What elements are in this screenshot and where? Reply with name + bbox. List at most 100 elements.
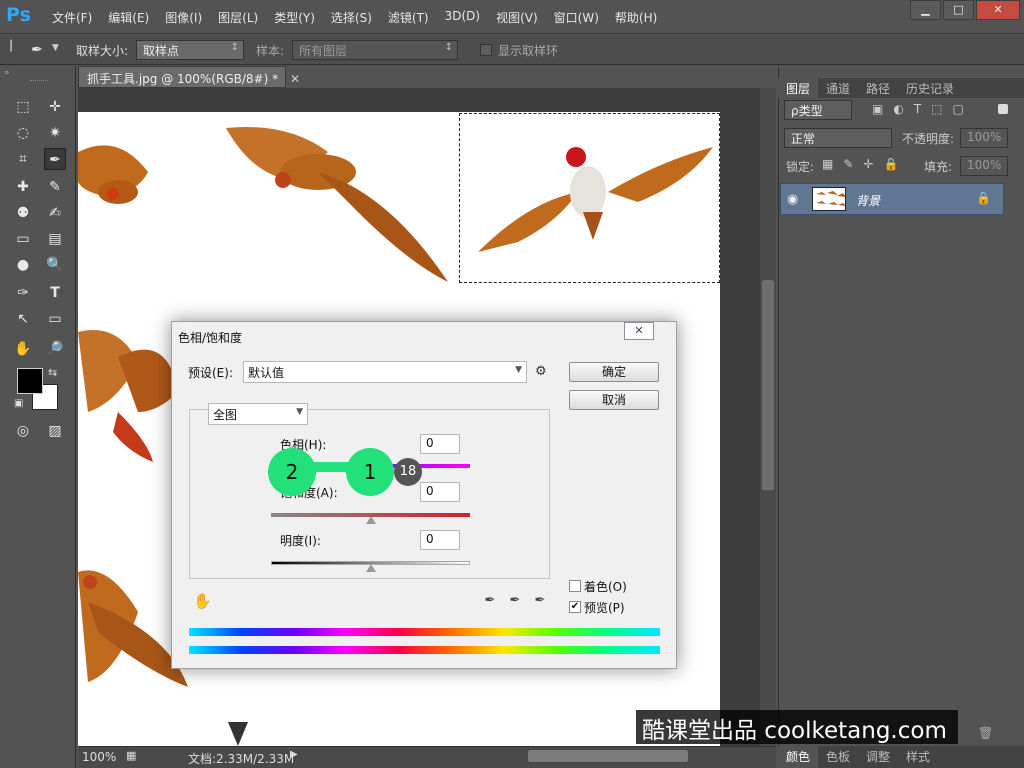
zoom-icon[interactable]: 🔎 (44, 338, 66, 360)
adjustment-filter-icon[interactable]: ◐ (893, 102, 903, 116)
saturation-field[interactable]: 0 (420, 482, 460, 502)
menu-file[interactable]: 文件(F) (44, 9, 100, 26)
lock-position-icon[interactable]: ✛ (863, 157, 873, 171)
preset-select[interactable]: 默认值 ▼ (243, 361, 527, 383)
menu-filter[interactable]: 滤镜(T) (380, 9, 437, 26)
eyedropper-plus-icon[interactable]: ✒ (506, 592, 524, 610)
eyedropper-icon[interactable]: ✒ (44, 148, 66, 170)
crop-icon[interactable]: ⌗ (12, 148, 34, 170)
close-window-button[interactable]: ✕ (976, 0, 1020, 20)
menu-image[interactable]: 图像(I) (157, 9, 210, 26)
quick-mask-icon[interactable]: ◎ (12, 420, 34, 442)
eyedropper-icon[interactable]: ✒ (481, 592, 499, 610)
dialog-close-button[interactable]: ✕ (624, 322, 654, 340)
filter-toggle[interactable] (998, 104, 1008, 114)
menu-window[interactable]: 窗口(W) (546, 9, 607, 26)
menu-help[interactable]: 帮助(H) (607, 9, 665, 26)
minimize-button[interactable]: ▁ (910, 0, 941, 20)
preview-checkbox[interactable]: ✔ (569, 601, 581, 613)
type-filter-icon[interactable]: T (914, 102, 921, 116)
channel-select[interactable]: 全图 ▼ (208, 403, 308, 425)
ok-button[interactable]: 确定 (569, 362, 659, 382)
default-colors-icon[interactable]: ▣ (14, 398, 23, 409)
tab-styles[interactable]: 样式 (898, 746, 938, 768)
tab-swatches[interactable]: 色板 (818, 746, 858, 768)
status-info-icon[interactable]: ▦ (126, 749, 136, 762)
show-ring-checkbox[interactable] (480, 44, 492, 56)
tab-layers[interactable]: 图层 (778, 78, 819, 98)
foreground-color-swatch[interactable] (17, 368, 43, 394)
spectrum-bar-bottom (189, 646, 660, 654)
rectangle-icon[interactable]: ▭ (44, 308, 66, 330)
swap-colors-icon[interactable]: ⇆ (48, 366, 57, 379)
maximize-button[interactable]: □ (943, 0, 974, 20)
cancel-button[interactable]: 取消 (569, 390, 659, 410)
vertical-scroll-thumb[interactable] (762, 280, 774, 490)
history-brush-icon[interactable]: ✍ (44, 202, 66, 224)
tab-color[interactable]: 颜色 (778, 746, 819, 768)
marquee-icon[interactable]: ⬚ (12, 96, 34, 118)
path-selection-icon[interactable]: ↖ (12, 308, 34, 330)
fill-field[interactable]: 100% (960, 156, 1008, 176)
colorize-label: 着色(O) (584, 580, 627, 594)
gradient-icon[interactable]: ▤ (44, 228, 66, 250)
hue-field[interactable]: 0 (420, 434, 460, 454)
layer-name[interactable]: 背景 (856, 192, 880, 209)
menu-layer[interactable]: 图层(L) (210, 9, 266, 26)
sample-size-select[interactable]: 取样点 (136, 40, 244, 60)
tab-paths[interactable]: 路径 (858, 78, 898, 98)
lock-all-icon[interactable]: 🔒 (883, 157, 898, 171)
close-tab-icon[interactable]: ✕ (290, 72, 300, 86)
pen-icon[interactable]: ✑ (12, 282, 34, 304)
lock-image-icon[interactable]: ✎ (843, 157, 853, 171)
tab-history[interactable]: 历史记录 (898, 78, 962, 98)
lock-transparent-icon[interactable]: ▦ (822, 157, 833, 171)
dodge-icon[interactable]: 🔍 (44, 254, 66, 276)
type-icon[interactable]: T (44, 282, 66, 304)
targeted-adjust-hand-icon[interactable]: ✋ (193, 592, 212, 610)
document-tab-title: 抓手工具.jpg @ 100%(RGB/8#) * (87, 72, 279, 86)
shape-filter-icon[interactable]: ⬚ (931, 102, 942, 116)
delete-layer-icon[interactable]: 🗑 (978, 726, 993, 740)
magic-wand-icon[interactable]: ✷ (44, 122, 66, 144)
menu-select[interactable]: 选择(S) (323, 9, 380, 26)
menu-view[interactable]: 视图(V) (488, 9, 546, 26)
document-tab[interactable]: 抓手工具.jpg @ 100%(RGB/8#) * ✕ (78, 66, 300, 88)
clone-stamp-icon[interactable]: ⚉ (12, 202, 34, 224)
smart-filter-icon[interactable]: ▢ (953, 102, 964, 116)
blur-icon[interactable]: ● (12, 254, 34, 276)
visibility-eye-icon[interactable]: ◉ (787, 192, 798, 207)
opacity-field[interactable]: 100% (960, 128, 1008, 148)
menu-3d[interactable]: 3D(D) (437, 9, 488, 26)
saturation-slider-thumb[interactable] (366, 516, 376, 524)
lightness-slider-thumb[interactable] (366, 564, 376, 572)
image-filter-icon[interactable]: ▣ (872, 102, 883, 116)
zoom-level[interactable]: 100% (82, 750, 116, 764)
brush-icon[interactable]: ✎ (44, 176, 66, 198)
chevron-down-icon[interactable]: ▼ (52, 43, 59, 53)
preset-options-gear-icon[interactable]: ⚙ (535, 364, 547, 379)
colorize-checkbox[interactable] (569, 580, 581, 592)
hand-icon[interactable]: ✋ (12, 338, 34, 360)
kind-filter-select[interactable]: ρ类型 (784, 100, 852, 120)
blend-mode-select[interactable]: 正常 (784, 128, 892, 148)
menu-edit[interactable]: 编辑(E) (100, 9, 157, 26)
screen-mode-icon[interactable]: ▨ (44, 420, 66, 442)
tab-channels[interactable]: 通道 (818, 78, 858, 98)
bottom-panel-tabs: 颜色 色板 调整 样式 (778, 746, 1024, 768)
lasso-icon[interactable]: ◌ (12, 122, 34, 144)
menu-type[interactable]: 类型(Y) (266, 9, 323, 26)
healing-brush-icon[interactable]: ✚ (12, 176, 34, 198)
sample-select[interactable]: 所有图层 (292, 40, 458, 60)
horizontal-scroll-thumb[interactable] (528, 750, 688, 762)
tab-adjustments[interactable]: 调整 (858, 746, 898, 768)
status-menu-icon[interactable]: ▶ (290, 749, 298, 760)
eraser-icon[interactable]: ▭ (12, 228, 34, 250)
lightness-field[interactable]: 0 (420, 530, 460, 550)
eyedropper-preset-icon[interactable]: ✒ (26, 39, 48, 61)
collapse-icon[interactable]: » (4, 68, 10, 78)
document-size: 文档:2.33M/2.33M (188, 752, 295, 766)
bird-top-left (78, 145, 148, 204)
move-icon[interactable]: ✛ (44, 96, 66, 118)
eyedropper-minus-icon[interactable]: ✒ (531, 592, 549, 610)
